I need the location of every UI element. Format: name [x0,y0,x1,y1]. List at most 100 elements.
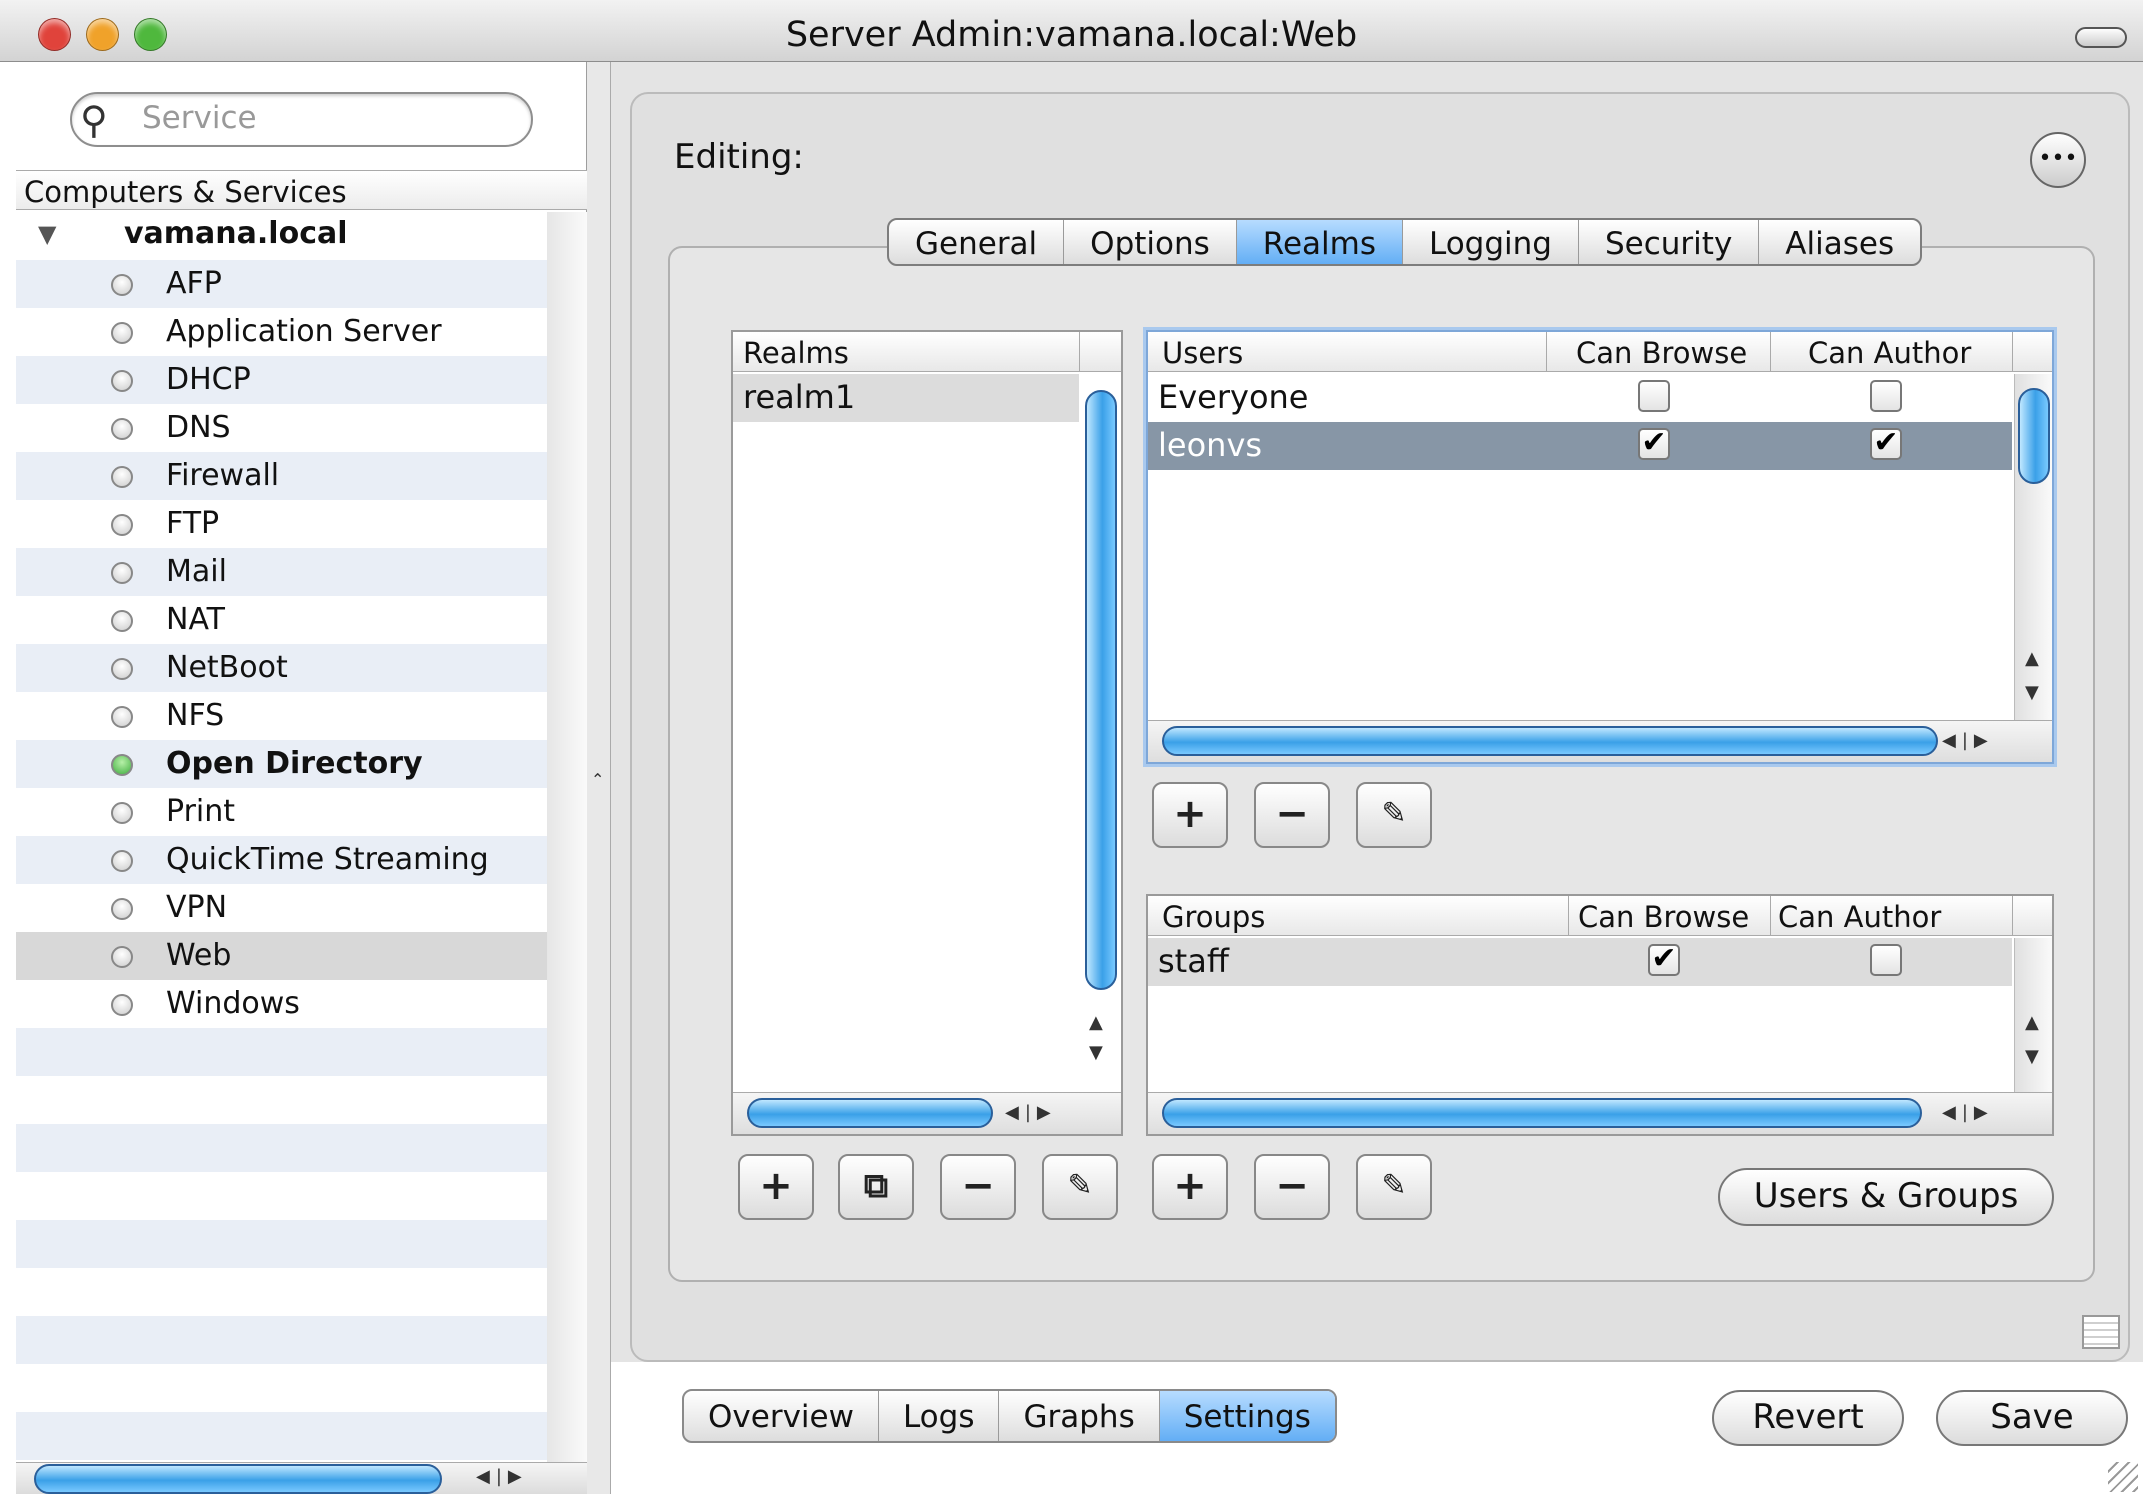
groups-column-header[interactable]: Groups [1162,900,1265,934]
realms-vertical-scroll-thumb[interactable] [1085,390,1117,990]
save-button[interactable]: Save [1936,1390,2128,1446]
sidebar-item-vpn[interactable]: VPN [16,884,547,932]
settings-tabs[interactable]: General Options Realms Logging Security … [887,218,1923,266]
can-browse-checkbox-checked[interactable]: ✔ [1638,428,1670,460]
sidebar-item-nfs[interactable]: NFS [16,692,547,740]
resize-grip-icon[interactable] [2108,1462,2138,1492]
sidebar-item-ftp[interactable]: FTP [16,500,547,548]
scroll-thumb[interactable] [747,1098,993,1128]
scroll-thumb[interactable] [1162,1098,1922,1128]
vertical-scroll-arrows-icon[interactable]: ▲ ▼ [2025,642,2039,710]
realms-table-header[interactable]: Realms [733,332,1121,372]
scroll-arrows-icon[interactable]: ◀|▶ [476,1466,528,1487]
sidebar-item-nat[interactable]: NAT [16,596,547,644]
scroll-arrows-icon[interactable]: ◀|▶ [1942,1102,1994,1123]
action-menu-button[interactable]: ••• [2030,132,2086,188]
sidebar-horizontal-scrollbar[interactable]: ◀|▶ [16,1462,587,1494]
users-table[interactable]: Users Can Browse Can Author Everyone leo… [1146,330,2054,764]
can-browse-checkbox[interactable] [1638,380,1670,412]
sidebar-vertical-scrollbar[interactable] [547,212,587,1462]
edit-group-button[interactable]: ✎ [1356,1154,1432,1220]
collapse-icon[interactable]: ⌃ [591,770,604,789]
service-list[interactable]: ▼ vamana.local AFP Application Server DHCP… [16,212,547,1462]
add-user-button[interactable]: + [1152,782,1228,848]
tab-general[interactable]: General [889,220,1065,264]
realms-column-header[interactable]: Realms [743,336,849,370]
can-author-column-header[interactable]: Can Author [1808,336,1971,370]
table-row[interactable]: staff ✔ [1148,938,2012,986]
sidebar-item-print[interactable]: Print [16,788,547,836]
users-vertical-scrollbar[interactable]: ▲ ▼ [2014,374,2052,720]
scroll-arrows-icon[interactable]: ◀|▶ [1942,730,1994,751]
add-group-button[interactable]: + [1152,1154,1228,1220]
sidebar-item-windows[interactable]: Windows [16,980,547,1028]
disclosure-triangle-icon[interactable]: ▼ [38,220,56,248]
tab-overview[interactable]: Overview [684,1391,879,1441]
can-browse-column-header[interactable]: Can Browse [1578,900,1749,934]
tab-graphs[interactable]: Graphs [999,1391,1160,1441]
title-bar[interactable]: Server Admin:vamana.local:Web [0,0,2143,62]
sidebar-item-open-directory[interactable]: Open Directory [16,740,547,788]
tab-logging[interactable]: Logging [1403,220,1579,264]
revert-button[interactable]: Revert [1712,1390,1904,1446]
tab-logs[interactable]: Logs [879,1391,1000,1441]
remove-user-button[interactable]: − [1254,782,1330,848]
search-icon[interactable]: ⚲ [80,98,108,142]
scroll-arrows-icon[interactable]: ◀|▶ [1005,1102,1057,1123]
table-row-selected[interactable]: leonvs ✔ ✔ [1148,422,2012,470]
users-horizontal-scrollbar[interactable]: ◀|▶ [1148,720,2052,762]
users-groups-button[interactable]: Users & Groups [1718,1168,2054,1226]
can-author-checkbox[interactable] [1870,944,1902,976]
groups-table[interactable]: Groups Can Browse Can Author staff ✔ ▲ ▼ … [1146,894,2054,1136]
host-row[interactable]: ▼ vamana.local [16,212,547,260]
view-tabs[interactable]: Overview Logs Graphs Settings [682,1389,1337,1443]
groups-horizontal-scrollbar[interactable]: ◀|▶ [1148,1092,2052,1134]
users-column-header[interactable]: Users [1162,336,1243,370]
can-author-checkbox-checked[interactable]: ✔ [1870,428,1902,460]
toolbar-toggle-button[interactable] [2075,27,2127,48]
sidebar-item-application-server[interactable]: Application Server [16,308,547,356]
vertical-scroll-arrows-icon[interactable]: ▲ ▼ [2025,1006,2039,1074]
split-view-divider[interactable]: ⌃ [587,62,611,1494]
add-realm-button[interactable]: + [738,1154,814,1220]
sidebar-item-dns[interactable]: DNS [16,404,547,452]
sidebar-item-mail[interactable]: Mail [16,548,547,596]
table-row[interactable]: Everyone [1148,374,2012,422]
groups-vertical-scrollbar[interactable]: ▲ ▼ [2014,938,2052,1092]
sidebar-item-afp[interactable]: AFP [16,260,547,308]
sidebar-item-quicktime-streaming[interactable]: QuickTime Streaming [16,836,547,884]
realms-horizontal-scrollbar[interactable]: ◀|▶ [733,1092,1121,1134]
tab-aliases[interactable]: Aliases [1759,220,1920,264]
tab-settings[interactable]: Settings [1159,1391,1335,1441]
realms-table[interactable]: Realms realm1 ▲ ▼ ◀|▶ [731,330,1123,1136]
table-row[interactable]: realm1 [733,374,1079,422]
service-status-icon [111,706,133,728]
can-browse-checkbox-checked[interactable]: ✔ [1648,944,1680,976]
can-author-column-header[interactable]: Can Author [1778,900,1941,934]
can-browse-column-header[interactable]: Can Browse [1576,336,1747,370]
remove-group-button[interactable]: − [1254,1154,1330,1220]
tab-security[interactable]: Security [1579,220,1760,264]
edit-realm-button[interactable]: ✎ [1042,1154,1118,1220]
service-search-field[interactable] [70,92,533,147]
edit-user-button[interactable]: ✎ [1356,782,1432,848]
sidebar-item-netboot[interactable]: NetBoot [16,644,547,692]
tab-realms[interactable]: Realms [1236,220,1403,264]
duplicate-realm-button[interactable]: ⧉ [838,1154,914,1220]
notes-icon[interactable] [2082,1315,2120,1349]
users-table-header[interactable]: Users Can Browse Can Author [1148,332,2052,372]
service-status-icon [111,802,133,824]
sidebar-column-header[interactable]: Computers & Services [16,170,587,210]
scroll-thumb[interactable] [1162,726,1938,756]
service-status-icon [111,370,133,392]
sidebar-item-firewall[interactable]: Firewall [16,452,547,500]
can-author-checkbox[interactable] [1870,380,1902,412]
groups-table-header[interactable]: Groups Can Browse Can Author [1148,896,2052,936]
sidebar-item-web[interactable]: Web [16,932,547,980]
remove-realm-button[interactable]: − [940,1154,1016,1220]
scroll-thumb[interactable] [2018,388,2050,484]
tab-options[interactable]: Options [1064,220,1237,264]
sidebar-item-dhcp[interactable]: DHCP [16,356,547,404]
scroll-thumb[interactable] [34,1464,442,1494]
vertical-scroll-arrows-icon[interactable]: ▲ ▼ [1089,1008,1103,1068]
